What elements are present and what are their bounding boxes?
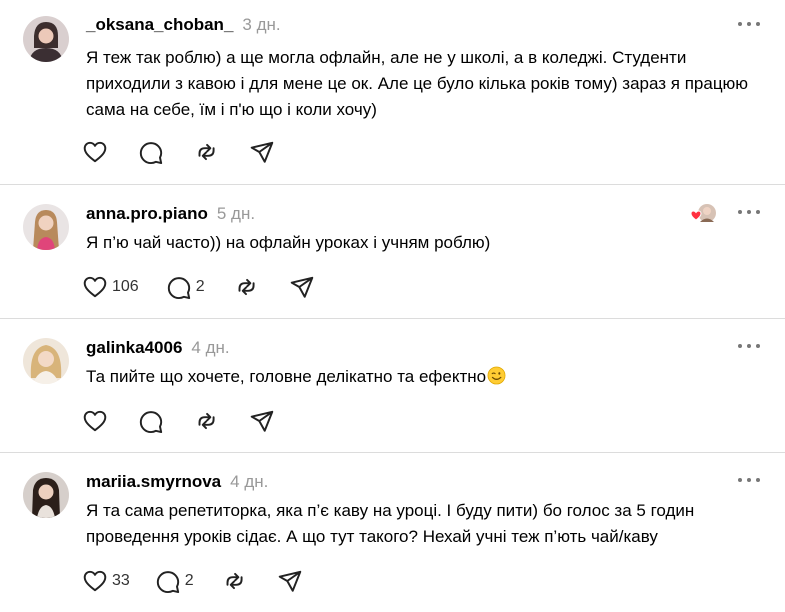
heart-icon xyxy=(83,276,107,298)
share-icon xyxy=(290,276,313,298)
post-text: Я п’ю чай часто)) на офлайн уроках і учн… xyxy=(86,233,491,252)
like-button[interactable]: 33 xyxy=(82,568,130,594)
username[interactable]: _oksana_choban_ xyxy=(86,15,233,35)
timestamp[interactable]: 3 дн. xyxy=(242,15,280,35)
repost-button[interactable] xyxy=(193,139,219,165)
post-header: mariia.smyrnova 4 дн. xyxy=(86,472,268,492)
avatar[interactable] xyxy=(23,472,69,518)
like-button[interactable] xyxy=(82,408,108,434)
winking-face-emoji xyxy=(487,366,506,385)
repost-button[interactable] xyxy=(193,408,219,434)
avatar[interactable] xyxy=(23,16,69,62)
share-button[interactable] xyxy=(289,274,315,300)
like-button[interactable] xyxy=(82,139,108,165)
repost-button[interactable] xyxy=(221,568,247,594)
timestamp[interactable]: 4 дн. xyxy=(230,472,268,492)
share-icon xyxy=(250,141,274,163)
comment-icon xyxy=(139,142,163,165)
action-bar xyxy=(82,407,275,435)
reply-button[interactable]: 2 xyxy=(155,568,194,594)
post-text-content: Та пийте що хочете, головне делікатно та… xyxy=(86,367,487,386)
like-count: 106 xyxy=(112,278,139,295)
more-icon[interactable] xyxy=(738,207,760,217)
username[interactable]: galinka4006 xyxy=(86,338,182,358)
repost-icon xyxy=(226,572,243,590)
like-count: 33 xyxy=(112,572,130,589)
post-header: galinka4006 4 дн. xyxy=(86,338,230,358)
post-3: galinka4006 4 дн. Та пийте що хочете, го… xyxy=(0,319,785,452)
share-icon xyxy=(278,570,301,592)
share-button[interactable] xyxy=(277,568,303,594)
avatar[interactable] xyxy=(23,338,69,384)
reply-button[interactable] xyxy=(138,139,164,165)
like-button[interactable]: 106 xyxy=(82,274,139,300)
post-1: _oksana_choban_ 3 дн. Я теж так роблю) а… xyxy=(0,0,785,184)
repost-icon xyxy=(198,412,215,430)
post-text: Та пийте що хочете, головне делікатно та… xyxy=(86,364,756,390)
post-2: anna.pro.piano 5 дн. Я п’ю чай часто)) н… xyxy=(0,185,785,318)
reply-button[interactable]: 2 xyxy=(166,274,205,300)
reply-count: 2 xyxy=(195,278,205,295)
username[interactable]: mariia.smyrnova xyxy=(86,472,221,492)
action-bar xyxy=(82,138,275,166)
comment-icon xyxy=(167,277,190,300)
share-button[interactable] xyxy=(249,408,275,434)
share-button[interactable] xyxy=(249,139,275,165)
more-icon[interactable] xyxy=(738,475,760,485)
comment-icon xyxy=(139,411,163,434)
timestamp[interactable]: 5 дн. xyxy=(217,204,255,224)
repost-button[interactable] xyxy=(233,274,259,300)
action-bar: 33 2 xyxy=(82,567,303,595)
repost-icon xyxy=(198,143,215,161)
repost-icon xyxy=(238,278,255,296)
reply-count: 2 xyxy=(184,572,194,589)
action-bar: 106 2 xyxy=(82,273,315,301)
post-header: _oksana_choban_ 3 дн. xyxy=(86,15,281,35)
post-header: anna.pro.piano 5 дн. xyxy=(86,204,255,224)
timestamp[interactable]: 4 дн. xyxy=(191,338,229,358)
heart-icon xyxy=(690,210,702,221)
heart-icon xyxy=(83,410,107,432)
heart-icon xyxy=(83,141,107,163)
post-text: Я теж так роблю) а ще могла офлайн, але … xyxy=(86,48,749,119)
reply-button[interactable] xyxy=(138,408,164,434)
share-icon xyxy=(250,410,274,432)
avatar[interactable] xyxy=(23,204,69,250)
more-icon[interactable] xyxy=(738,341,760,351)
comment-icon xyxy=(156,571,179,594)
heart-icon xyxy=(83,570,107,592)
post-4: mariia.smyrnova 4 дн. Я та сама репетито… xyxy=(0,453,785,612)
more-icon[interactable] xyxy=(738,19,760,29)
author-liked-badge xyxy=(690,202,718,226)
post-text: Я та сама репетиторка, яка п’є каву на у… xyxy=(86,501,695,546)
username[interactable]: anna.pro.piano xyxy=(86,204,208,224)
